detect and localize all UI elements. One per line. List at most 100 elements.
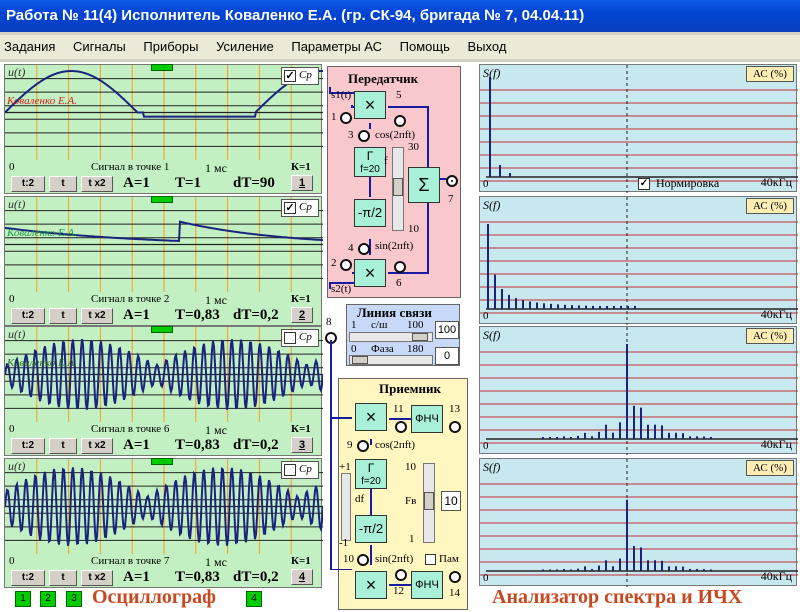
line-sn-slider[interactable] [349, 332, 433, 342]
osc-cp-check[interactable]: ✓ [284, 70, 296, 82]
rx-probe-14[interactable] [449, 571, 461, 583]
tx-probe-1[interactable] [340, 112, 352, 124]
spectrum-f0: 0 [483, 310, 489, 322]
tx-probe-3[interactable] [358, 130, 370, 142]
osc-time-x2-button[interactable]: t x2 [81, 308, 113, 324]
osc-toggle-1[interactable]: 1 [15, 591, 31, 607]
osc-time-div2-button[interactable]: t:2 [11, 438, 45, 454]
osc-info-row: 0 Сигнал в точке 7 1 мс К=1 [7, 555, 321, 569]
osc-toggle-4[interactable]: 4 [246, 591, 262, 607]
spectrum-ac-button[interactable]: АС (%) [746, 460, 794, 476]
rx-mem-checkbox[interactable] [425, 554, 436, 565]
line-phase-value[interactable]: 0 [435, 347, 459, 365]
osc-time-scale: 1 мс [205, 161, 227, 175]
osc-time-button[interactable]: t [49, 176, 77, 192]
osc-gain: К=1 [291, 423, 311, 435]
line-phase-thumb[interactable] [352, 356, 368, 364]
rx-probe-9[interactable] [357, 440, 369, 452]
spectrum-ac-button[interactable]: АС (%) [746, 328, 794, 344]
spectrum-1: S(f) АС (%) 0 40кГц ✓ Нормировка [479, 64, 798, 193]
osc-time-x2-button[interactable]: t x2 [81, 176, 113, 192]
spectrum-ylabel: S(f) [483, 460, 501, 474]
menu-exit[interactable]: Выход [468, 39, 507, 54]
rx-probe-10[interactable] [357, 554, 369, 566]
osc-time-div2-button[interactable]: t:2 [11, 176, 45, 192]
osc-select-button[interactable]: 2 [291, 307, 313, 323]
osc-watermark-name: Коваленко Е.А. [7, 227, 77, 239]
osc-time-button[interactable]: t [49, 570, 77, 586]
osc-zero: 0 [9, 555, 15, 567]
rx-lpf-1: ФНЧ [411, 405, 443, 433]
osc-cp-checkbox[interactable]: ✓ Ср [281, 199, 319, 217]
rx-fv-thumb[interactable] [424, 492, 434, 510]
tx-n7: 7 [448, 193, 454, 205]
menu-help[interactable]: Помощь [400, 39, 450, 54]
osc-dt: dT=90 [233, 175, 275, 191]
osc-time-div2-button[interactable]: t:2 [11, 570, 45, 586]
osc-toggle-2[interactable]: 2 [40, 591, 56, 607]
normalize-checkbox[interactable]: ✓ [638, 178, 650, 190]
osc-caption: Сигнал в точке 2 [91, 293, 170, 305]
line-sn-thumb[interactable] [412, 333, 428, 341]
menu-signals[interactable]: Сигналы [73, 39, 126, 54]
menu-ac-params[interactable]: Параметры АС [291, 39, 382, 54]
tx-slider-thumb[interactable] [393, 178, 403, 196]
osc-time-div2-button[interactable]: t:2 [11, 308, 45, 324]
osc-info-row: 0 Сигнал в точке 1 1 мс К=1 [7, 161, 321, 175]
line-sn-label: с/ш [371, 319, 388, 331]
osc-ylabel: u(t) [8, 327, 26, 341]
osc-plot [5, 459, 323, 554]
osc-sync-marker [151, 64, 173, 71]
rx-fv-value[interactable]: 10 [441, 491, 461, 511]
osc-time-x2-button[interactable]: t x2 [81, 570, 113, 586]
line-sn-value[interactable]: 100 [435, 321, 459, 339]
osc-cp-label: Ср [299, 201, 312, 213]
tx-sin: sin(2пft) [375, 240, 414, 252]
rx-probe-12[interactable] [395, 569, 407, 581]
spectrum-3: S(f) АС (%) 0 40кГц [479, 326, 798, 455]
spectrum-ac-button[interactable]: АС (%) [746, 198, 794, 214]
osc-time-button[interactable]: t [49, 308, 77, 324]
osc-time-button[interactable]: t [49, 438, 77, 454]
osc-watermark-name: Коваленко Е.А. [7, 95, 77, 107]
line-phase-slider[interactable] [349, 355, 433, 365]
tx-probe-7[interactable] [446, 175, 458, 187]
osc-toggle-3[interactable]: 3 [66, 591, 82, 607]
osc-select-button[interactable]: 4 [291, 569, 313, 585]
osc-cp-checkbox[interactable]: Ср [281, 329, 319, 347]
spectrum-section-title: Анализатор спектра и ИЧХ [492, 586, 743, 608]
tx-probe-6[interactable] [394, 261, 406, 273]
menu-gain[interactable]: Усиление [216, 39, 274, 54]
rx-probe-13[interactable] [449, 421, 461, 433]
osc-cp-checkbox[interactable]: ✓ Ср [281, 67, 319, 85]
spectrum-plot [480, 459, 798, 587]
rx-fv-slider[interactable] [423, 463, 435, 543]
menu-instruments[interactable]: Приборы [143, 39, 198, 54]
spectrum-f0: 0 [483, 572, 489, 584]
spectrum-4: S(f) АС (%) 0 40кГц [479, 458, 798, 587]
osc-cp-check[interactable] [284, 464, 296, 476]
tx-frequency-slider[interactable] [392, 147, 404, 231]
line-n8: 8 [326, 316, 332, 328]
osc-plot [5, 65, 323, 160]
osc-gain: К=1 [291, 293, 311, 305]
osc-plot [5, 197, 323, 292]
tx-probe-4[interactable] [358, 243, 370, 255]
spectrum-ac-button[interactable]: АС (%) [746, 66, 794, 82]
osc-cp-check[interactable] [284, 332, 296, 344]
osc-period: T=1 [175, 175, 202, 191]
osc-time-x2-button[interactable]: t x2 [81, 438, 113, 454]
menu-tasks[interactable]: Задания [4, 39, 55, 54]
osc-dt: dT=0,2 [233, 307, 279, 323]
tx-s1-label: s1(t) [331, 89, 352, 101]
osc-select-button[interactable]: 3 [291, 437, 313, 453]
line-ph-label: Фаза [371, 343, 394, 355]
osc-cp-checkbox[interactable]: Ср [281, 461, 319, 479]
osc-period: T=0,83 [175, 307, 220, 323]
rx-probe-11[interactable] [395, 421, 407, 433]
tx-probe-2[interactable] [340, 259, 352, 271]
spectrum-plot [480, 327, 798, 455]
tx-probe-5[interactable] [394, 115, 406, 127]
osc-select-button[interactable]: 1 [291, 175, 313, 191]
osc-cp-check[interactable]: ✓ [284, 202, 296, 214]
